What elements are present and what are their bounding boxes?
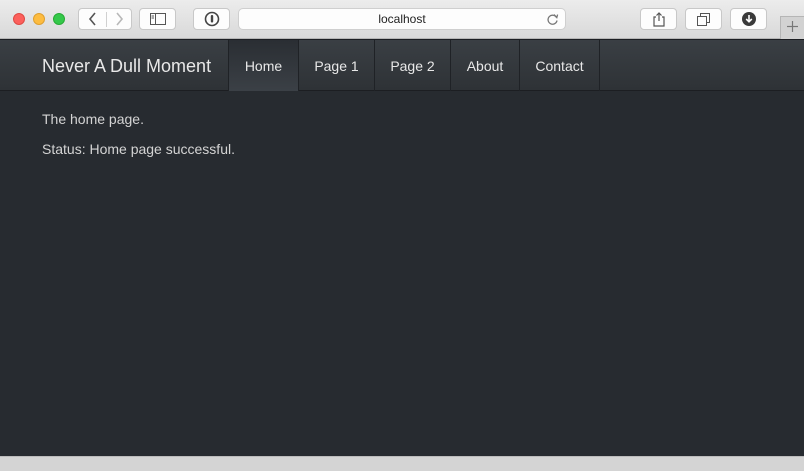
web-page: Never A Dull Moment Home Page 1 Page 2 A… [0,39,804,456]
nav-item-page-1[interactable]: Page 1 [298,40,374,91]
nav-item-about[interactable]: About [450,40,519,91]
nav-item-home[interactable]: Home [228,40,298,91]
intro-text: The home page. [42,111,144,127]
navbar: Never A Dull Moment Home Page 1 Page 2 A… [0,39,804,91]
reload-icon[interactable] [546,13,559,31]
chevron-left-icon[interactable] [87,12,99,26]
share-icon [652,11,665,27]
password-manager-button[interactable] [193,8,230,30]
nav-item-contact[interactable]: Contact [519,40,600,91]
segment-divider [106,12,107,27]
tab-overview-button[interactable] [685,8,722,30]
address-bar[interactable]: localhost [238,8,566,30]
downloads-button[interactable] [730,8,767,30]
tab-overview-icon [697,12,710,26]
navbar-menu: Home Page 1 Page 2 About Contact [228,40,600,91]
main-content: The home page. Status: Home page success… [42,111,235,157]
status-text: Status: Home page successful. [42,141,235,157]
password-manager-icon [204,11,220,27]
history-navigation [78,8,132,30]
browser-status-bar [0,456,804,471]
share-button[interactable] [640,8,677,30]
navbar-brand[interactable]: Never A Dull Moment [42,56,211,77]
nav-item-page-2[interactable]: Page 2 [374,40,450,91]
sidebar-button[interactable] [139,8,176,30]
plus-icon [787,19,798,37]
address-bar-url[interactable]: localhost [239,12,565,26]
chevron-right-icon[interactable] [113,12,125,26]
browser-toolbar: localhost [0,0,804,39]
close-window-button[interactable] [13,13,25,25]
zoom-window-button[interactable] [53,13,65,25]
minimize-window-button[interactable] [33,13,45,25]
sidebar-icon [149,13,166,25]
download-icon [741,12,756,26]
new-tab-button[interactable] [780,16,804,39]
